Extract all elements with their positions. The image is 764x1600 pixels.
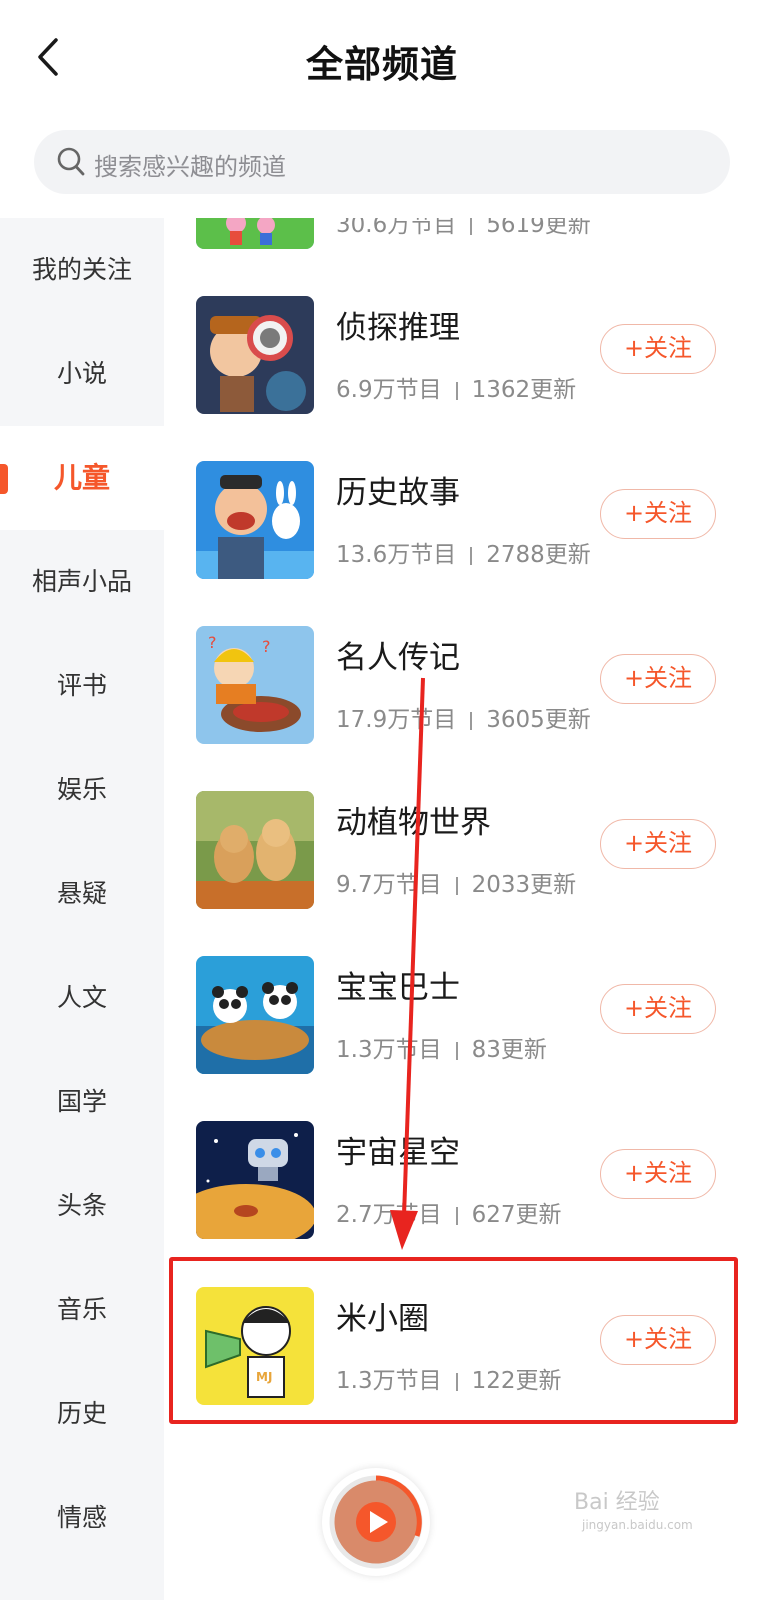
follow-button[interactable]: +关注 xyxy=(600,1149,716,1199)
sidebar-item-children[interactable]: 儿童 xyxy=(0,426,164,530)
sidebar-item-music[interactable]: 音乐 xyxy=(0,1258,164,1362)
follow-button[interactable]: +关注 xyxy=(600,819,716,869)
list-item[interactable]: ? ? 名人传记 17.9万节目 3605更新 +关注 xyxy=(164,626,764,791)
search-input[interactable]: 搜索感兴趣的频道 xyxy=(34,130,730,194)
header: 全部频道 xyxy=(0,0,764,118)
arrow-down-annotation xyxy=(390,677,425,1250)
channel-thumbnail xyxy=(196,218,314,249)
sidebar-item-sinology[interactable]: 国学 xyxy=(0,1050,164,1154)
play-icon xyxy=(329,1475,423,1569)
channel-stats: 2.7万节目 627更新 xyxy=(336,1202,562,1228)
channel-stats: 17.9万节目 3605更新 xyxy=(336,707,591,733)
channel-thumbnail xyxy=(196,461,314,579)
list-item[interactable]: 历史故事 13.6万节目 2788更新 +关注 xyxy=(164,461,764,626)
category-sidebar: 我的关注 小说 儿童 相声小品 评书 娱乐 悬疑 人文 国学 头条 音乐 历史 … xyxy=(0,218,164,1600)
active-indicator xyxy=(0,464,8,494)
sidebar-item-my-follow[interactable]: 我的关注 xyxy=(0,218,164,322)
svg-text:?: ? xyxy=(262,637,271,656)
follow-button[interactable]: +关注 xyxy=(600,984,716,1034)
sidebar-item-headlines[interactable]: 头条 xyxy=(0,1154,164,1258)
channel-stats: 9.7万节目 2033更新 xyxy=(336,872,577,898)
follow-button[interactable]: +关注 xyxy=(600,324,716,374)
channel-thumbnail: ? ? xyxy=(196,626,314,744)
channel-thumbnail xyxy=(196,1121,314,1239)
sidebar-item-entertainment[interactable]: 娱乐 xyxy=(0,738,164,842)
highlight-box xyxy=(169,1257,738,1424)
channel-name: 名人传记 xyxy=(336,640,460,676)
channel-name: 历史故事 xyxy=(336,475,460,511)
channel-thumbnail xyxy=(196,296,314,414)
channel-stats: 1.3万节目 83更新 xyxy=(336,1037,547,1063)
channel-stats: 6.9万节目 1362更新 xyxy=(336,377,577,403)
channel-thumbnail xyxy=(196,791,314,909)
channel-stats: 13.6万节目 2788更新 xyxy=(336,542,591,568)
search-placeholder: 搜索感兴趣的频道 xyxy=(94,153,286,181)
mini-player[interactable] xyxy=(322,1468,430,1576)
sidebar-item-novel[interactable]: 小说 xyxy=(0,322,164,426)
list-item[interactable]: 动植物世界 9.7万节目 2033更新 +关注 xyxy=(164,791,764,956)
sidebar-item-emotion[interactable]: 情感 xyxy=(0,1466,164,1570)
channel-thumbnail xyxy=(196,956,314,1074)
sidebar-item-history[interactable]: 历史 xyxy=(0,1362,164,1466)
follow-button[interactable]: +关注 xyxy=(600,654,716,704)
sidebar-item-suspense[interactable]: 悬疑 xyxy=(0,842,164,946)
page-title: 全部频道 xyxy=(306,43,458,86)
list-item[interactable]: 30.6万节目 5619更新 xyxy=(164,218,764,296)
follow-button[interactable]: +关注 xyxy=(600,489,716,539)
list-item[interactable]: 宝宝巴士 1.3万节目 83更新 +关注 xyxy=(164,956,764,1121)
sidebar-item-crosstalk[interactable]: 相声小品 xyxy=(0,530,164,634)
sidebar-item-storytelling[interactable]: 评书 xyxy=(0,634,164,738)
channel-stats: 30.6万节目 5619更新 xyxy=(336,218,591,238)
watermark-url: jingyan.baidu.com xyxy=(582,1518,693,1532)
channel-name: 侦探推理 xyxy=(336,310,460,346)
list-item[interactable]: 侦探推理 6.9万节目 1362更新 +关注 xyxy=(164,296,764,461)
svg-text:?: ? xyxy=(208,633,217,652)
search-icon xyxy=(57,147,85,176)
sidebar-item-label: 儿童 xyxy=(53,461,110,494)
sidebar-item-humanities[interactable]: 人文 xyxy=(0,946,164,1050)
